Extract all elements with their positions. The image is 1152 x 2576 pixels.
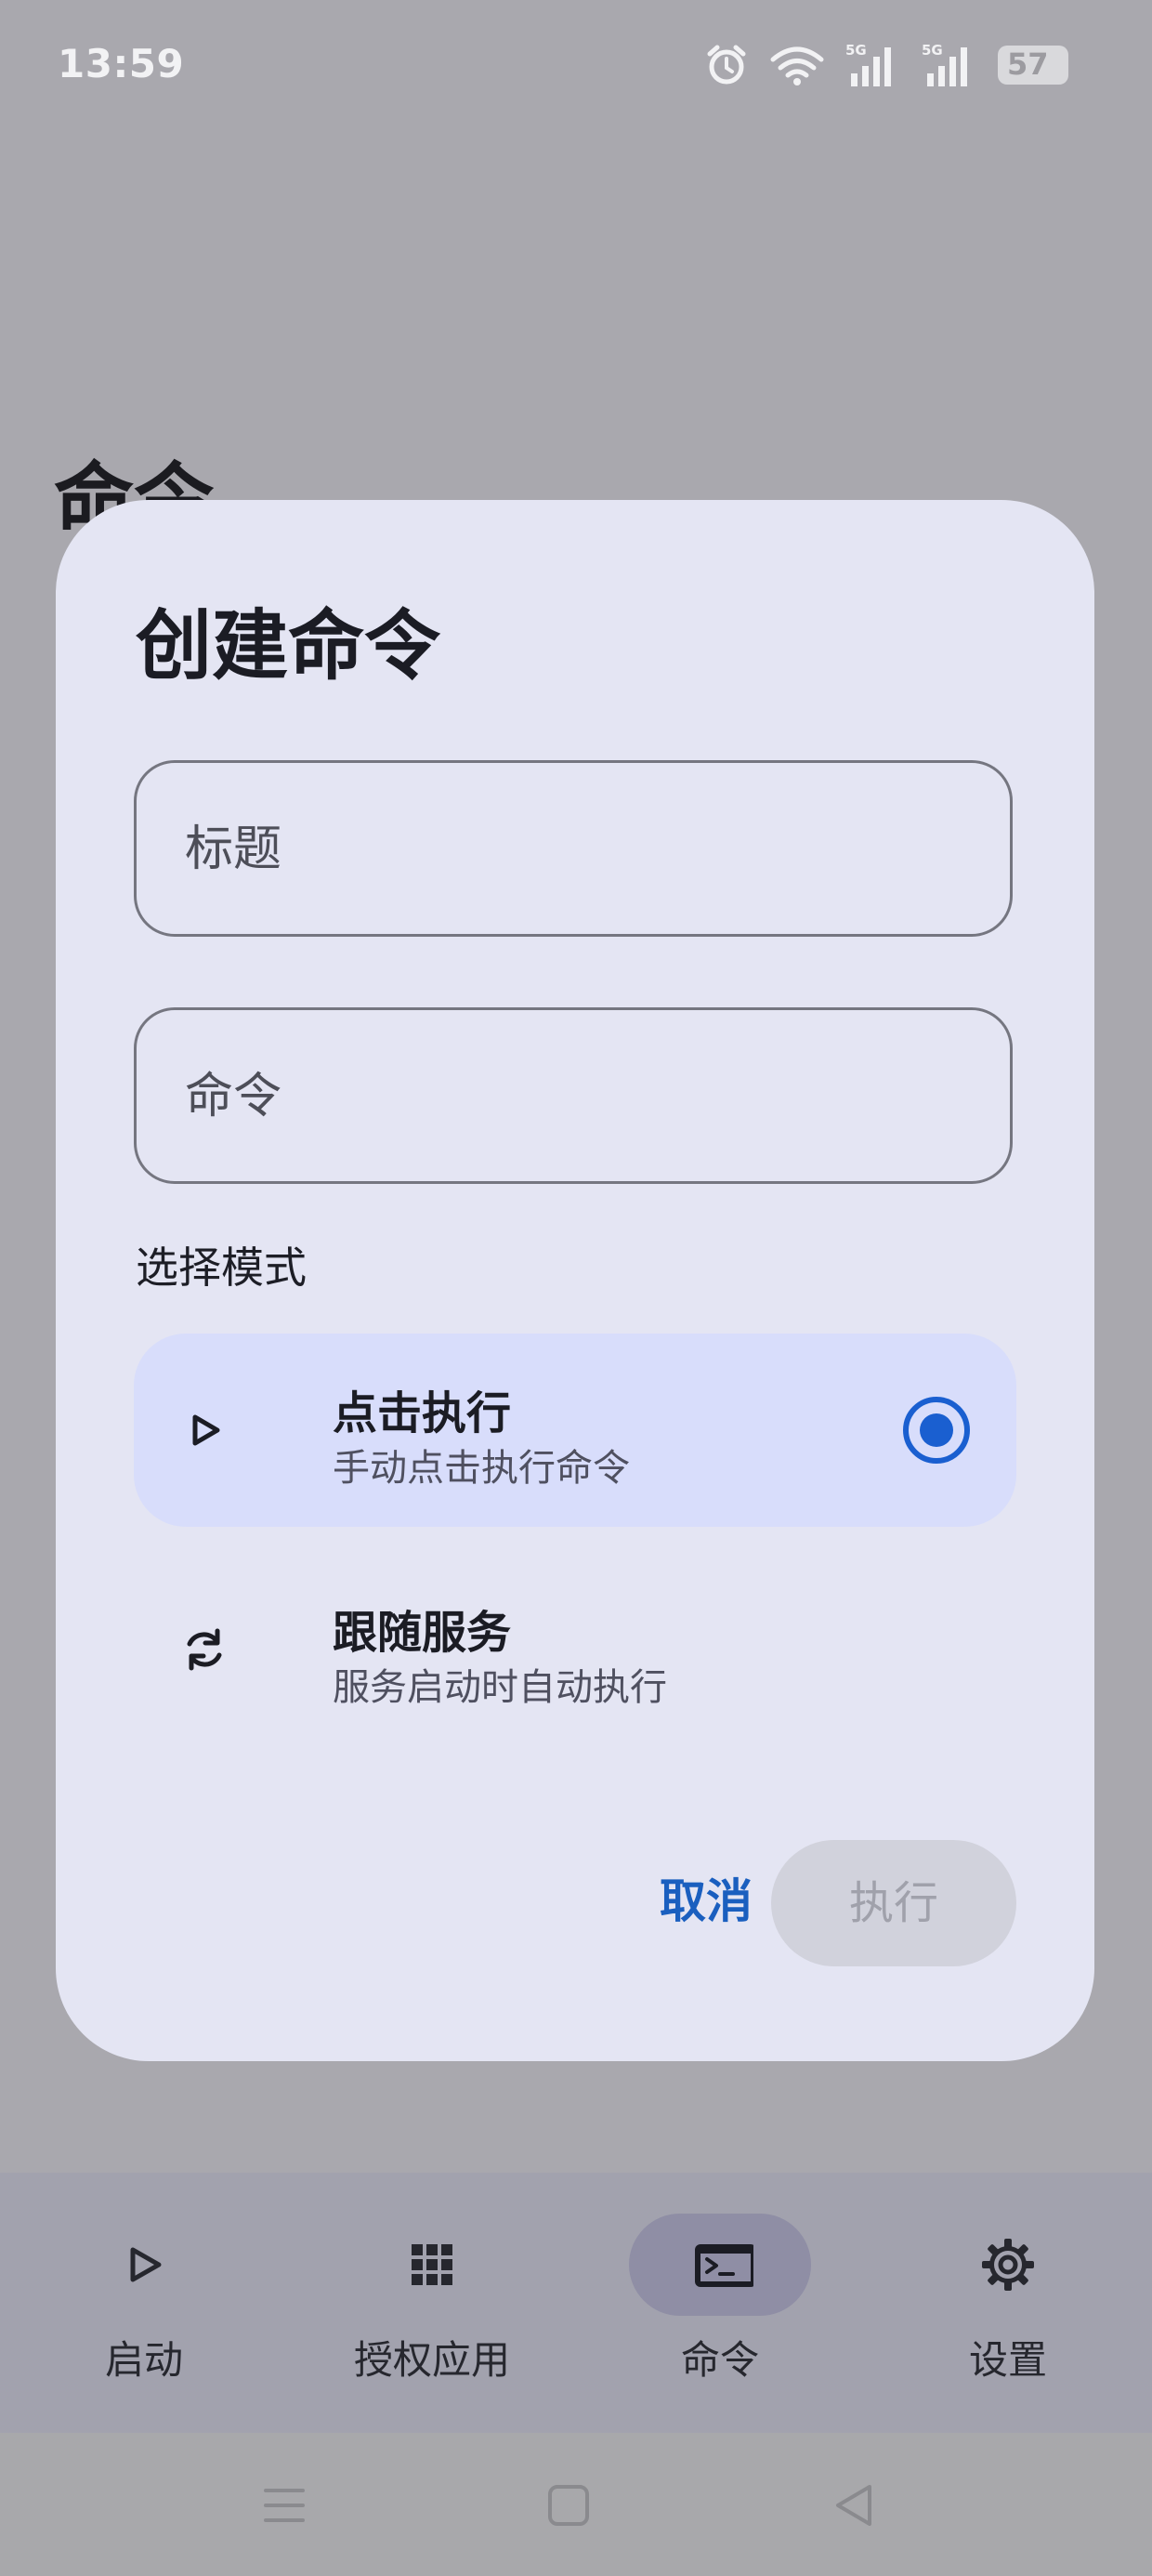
radio-selected[interactable]	[903, 1397, 970, 1464]
gear-icon	[982, 2239, 1034, 2291]
clock: 13:59	[58, 41, 185, 86]
grid-icon	[412, 2244, 452, 2285]
title-input[interactable]	[183, 763, 967, 936]
nav-icon-container	[341, 2214, 523, 2316]
nav-icon-container	[917, 2214, 1099, 2316]
nav-item-authorized-apps[interactable]: 授权应用	[288, 2173, 576, 2433]
bottom-navigation: 启动 授权应用 命令 设置	[0, 2173, 1152, 2433]
execute-button[interactable]: 执行	[771, 1840, 1016, 1966]
command-field[interactable]	[134, 1007, 1013, 1184]
status-icons: 5G 5G 57	[704, 41, 1068, 89]
status-bar: 13:59 5G 5G 57	[0, 0, 1152, 130]
mode-label: 选择模式	[136, 1242, 307, 1293]
option-description: 手动点击执行命令	[333, 1447, 630, 1490]
sync-icon	[187, 1628, 222, 1671]
alarm-icon	[707, 45, 746, 85]
nav-label: 命令	[680, 2337, 759, 2383]
option-title: 点击执行	[333, 1387, 512, 1439]
terminal-icon	[695, 2244, 753, 2287]
nav-icon-container-active	[629, 2214, 811, 2316]
option-title: 跟随服务	[333, 1607, 512, 1659]
svg-text:5G: 5G	[845, 42, 867, 59]
back-icon[interactable]	[829, 2479, 881, 2531]
dialog-title: 创建命令	[136, 602, 441, 690]
svg-text:5G: 5G	[922, 42, 943, 59]
command-input[interactable]	[183, 1010, 967, 1183]
title-field[interactable]	[134, 760, 1013, 937]
battery-icon: 57	[998, 46, 1068, 85]
play-icon	[130, 2247, 162, 2282]
wifi-icon	[770, 46, 824, 85]
home-icon[interactable]	[543, 2479, 595, 2531]
nav-item-settings[interactable]: 设置	[864, 2173, 1152, 2433]
nav-label: 授权应用	[353, 2337, 510, 2383]
nav-label: 启动	[104, 2337, 183, 2383]
signal-5g-icon: 5G	[845, 42, 891, 86]
nav-item-launch[interactable]: 启动	[0, 2173, 288, 2433]
create-command-dialog: 创建命令 选择模式 点击执行 手动点击执行命令 跟随服务 服务启动时自动执行 取…	[56, 500, 1094, 2061]
option-description: 服务启动时自动执行	[333, 1666, 667, 1709]
signal-5g-icon: 5G	[922, 42, 967, 86]
nav-item-commands[interactable]: 命令	[576, 2173, 864, 2433]
mode-option-follow-service[interactable]: 跟随服务 服务启动时自动执行	[134, 1553, 1016, 1746]
mode-option-click-execute[interactable]: 点击执行 手动点击执行命令	[134, 1334, 1016, 1527]
nav-icon-container	[53, 2214, 235, 2316]
nav-label: 设置	[968, 2337, 1047, 2383]
play-icon	[192, 1414, 220, 1446]
menu-icon[interactable]	[258, 2479, 310, 2531]
battery-level: 57	[1007, 46, 1049, 82]
system-navigation-bar	[0, 2433, 1152, 2576]
